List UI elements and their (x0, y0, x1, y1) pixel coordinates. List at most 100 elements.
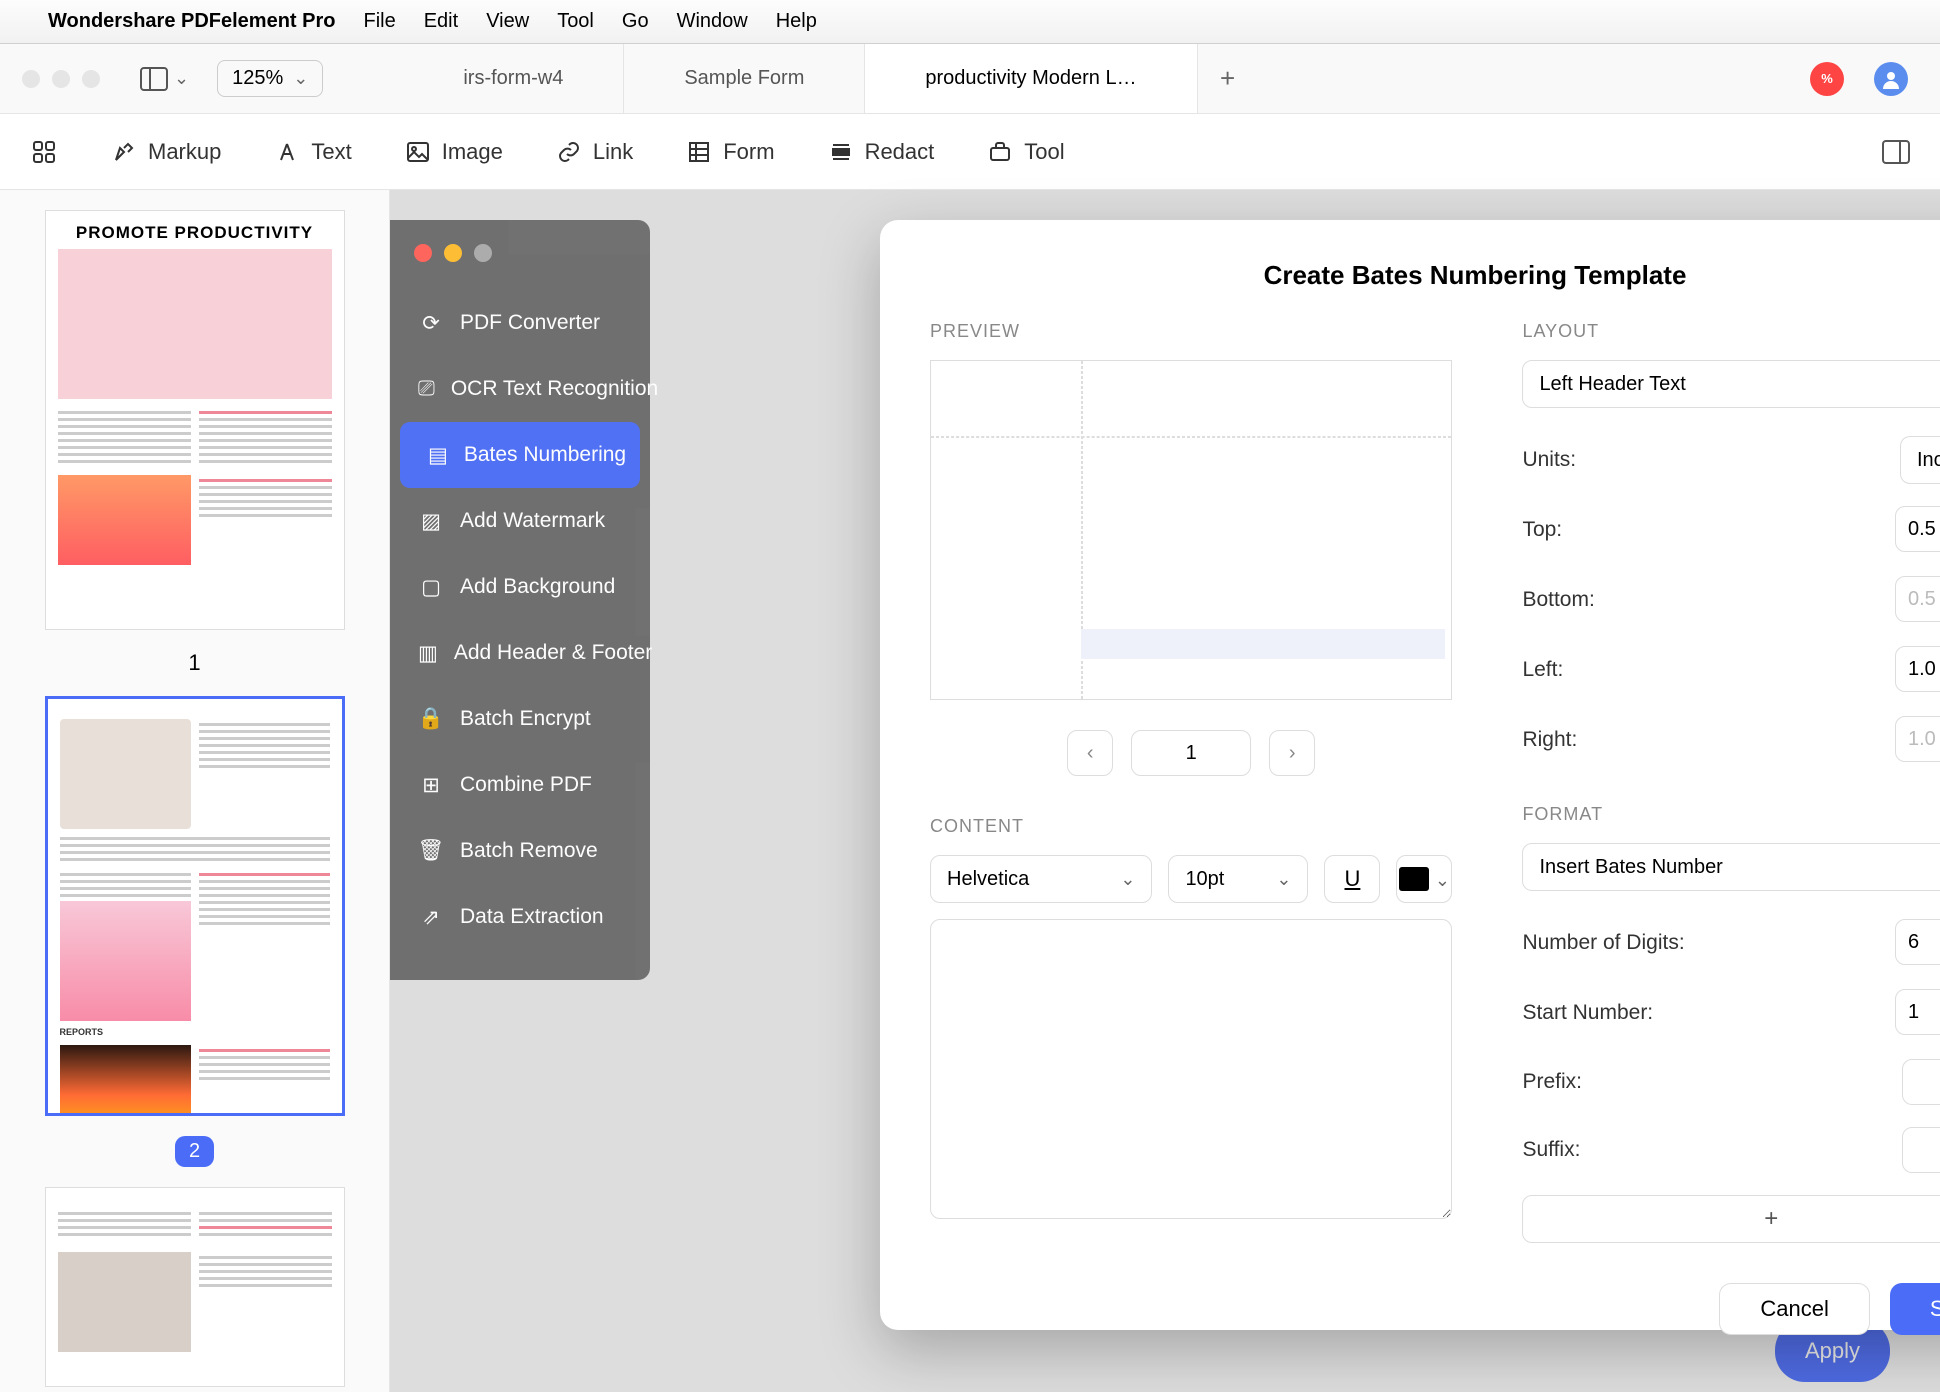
thumbnail-page-3[interactable] (45, 1187, 345, 1387)
close-dot[interactable] (22, 70, 40, 88)
ribbon-markup[interactable]: Markup (110, 138, 221, 166)
format-section-label: FORMAT (1522, 804, 1940, 825)
side-label: Combine PDF (460, 773, 592, 797)
side-header-footer[interactable]: ▥Add Header & Footer (390, 620, 650, 686)
left-stepper[interactable]: ▲▼ (1895, 646, 1940, 694)
redact-icon (827, 138, 855, 166)
start-number-stepper[interactable]: ▲▼ (1895, 989, 1940, 1037)
digits-label: Number of Digits: (1522, 931, 1684, 955)
digits-stepper[interactable]: ▲▼ (1895, 919, 1940, 967)
color-picker-button[interactable] (1396, 855, 1452, 903)
ribbon-link[interactable]: Link (555, 138, 633, 166)
minimize-dot[interactable] (444, 244, 462, 262)
tab-1[interactable]: Sample Form (624, 44, 865, 113)
batch-tool-panel: ⟳PDF Converter ⎚OCR Text Recognition ▤Ba… (390, 220, 650, 980)
ribbon-image[interactable]: Image (404, 138, 503, 166)
side-background[interactable]: ▢Add Background (390, 554, 650, 620)
maximize-dot[interactable] (474, 244, 492, 262)
side-batch-encrypt[interactable]: 🔒Batch Encrypt (390, 686, 650, 752)
close-dot[interactable] (414, 244, 432, 262)
maximize-dot[interactable] (82, 70, 100, 88)
promo-badge-icon[interactable]: % (1810, 62, 1844, 96)
page-number-2-badge: 2 (175, 1136, 214, 1167)
zoom-select[interactable]: 125% (217, 60, 323, 97)
menu-edit[interactable]: Edit (424, 10, 458, 33)
ribbon-panel-toggle[interactable] (1882, 138, 1910, 166)
ribbon-text[interactable]: Text (273, 138, 351, 166)
font-value: Helvetica (947, 868, 1029, 891)
save-button[interactable]: Save (1890, 1283, 1940, 1335)
right-label: Right: (1522, 728, 1577, 752)
side-label: PDF Converter (460, 311, 600, 335)
suffix-input[interactable] (1902, 1127, 1940, 1173)
cancel-label: Cancel (1760, 1296, 1828, 1322)
window-traffic-lights (12, 70, 100, 88)
sidebar-toggle-button[interactable] (140, 67, 189, 91)
right-stepper[interactable]: ▲▼ (1895, 716, 1940, 764)
watermark-icon: ▨ (418, 508, 444, 534)
tab-0[interactable]: irs-form-w4 (403, 44, 624, 113)
chevron-down-icon (1120, 868, 1135, 891)
menu-tool[interactable]: Tool (557, 10, 594, 33)
side-ocr[interactable]: ⎚OCR Text Recognition (390, 356, 650, 422)
side-batch-remove[interactable]: 🗑Batch Remove (390, 818, 650, 884)
zoom-value: 125% (232, 67, 283, 90)
ribbon-label: Link (593, 139, 633, 165)
ribbon-apps[interactable] (30, 138, 58, 166)
pager-prev-button[interactable]: ‹ (1067, 730, 1113, 776)
menu-view[interactable]: View (486, 10, 529, 33)
panel-right-icon (1882, 138, 1910, 166)
add-format-row-button[interactable]: + (1522, 1195, 1940, 1243)
menu-window[interactable]: Window (677, 10, 748, 33)
insert-bates-value: Insert Bates Number (1539, 856, 1722, 879)
thumbnail-page-2[interactable]: REPORTS (45, 696, 345, 1116)
bottom-input[interactable] (1895, 576, 1940, 622)
side-data-extraction[interactable]: ⇗Data Extraction (390, 884, 650, 950)
side-label: Batch Encrypt (460, 707, 591, 731)
right-input[interactable] (1895, 716, 1940, 762)
side-watermark[interactable]: ▨Add Watermark (390, 488, 650, 554)
units-value: Inches (1917, 449, 1940, 472)
ribbon-redact[interactable]: Redact (827, 138, 935, 166)
ribbon-tool[interactable]: Tool (986, 138, 1064, 166)
top-input[interactable] (1895, 506, 1940, 552)
bottom-stepper[interactable]: ▲▼ (1895, 576, 1940, 624)
thumbnail-page-1[interactable]: PROMOTE PRODUCTIVITY (45, 210, 345, 630)
ribbon-label: Tool (1024, 139, 1064, 165)
header-footer-icon: ▥ (418, 640, 438, 666)
layout-position-select[interactable]: Left Header Text (1522, 360, 1940, 408)
top-stepper[interactable]: ▲▼ (1895, 506, 1940, 554)
underline-button[interactable]: U (1324, 855, 1380, 903)
side-pdf-converter[interactable]: ⟳PDF Converter (390, 290, 650, 356)
font-size-select[interactable]: 10pt (1168, 855, 1308, 903)
side-label: Add Background (460, 575, 615, 599)
combine-icon: ⊞ (418, 772, 444, 798)
start-number-input[interactable] (1895, 989, 1940, 1035)
pager-page-input[interactable] (1131, 730, 1251, 776)
menu-help[interactable]: Help (776, 10, 817, 33)
font-select[interactable]: Helvetica (930, 855, 1152, 903)
bates-icon: ▤ (428, 442, 448, 468)
content-textarea[interactable] (930, 919, 1452, 1219)
insert-bates-select[interactable]: Insert Bates Number (1522, 843, 1940, 891)
toolbox-icon (986, 138, 1014, 166)
add-tab-button[interactable]: + (1198, 44, 1258, 113)
ribbon-label: Redact (865, 139, 935, 165)
tab-2[interactable]: productivity Modern L… (865, 44, 1197, 113)
digits-input[interactable] (1895, 919, 1940, 965)
side-combine[interactable]: ⊞ Combine PDF (390, 752, 650, 818)
left-input[interactable] (1895, 646, 1940, 692)
user-avatar-icon[interactable] (1874, 62, 1908, 96)
ribbon-form[interactable]: Form (685, 138, 774, 166)
cancel-button[interactable]: Cancel (1719, 1283, 1869, 1335)
units-select[interactable]: Inches (1900, 436, 1940, 484)
minimize-dot[interactable] (52, 70, 70, 88)
ribbon-label: Markup (148, 139, 221, 165)
prefix-input[interactable] (1902, 1059, 1940, 1105)
side-bates-numbering[interactable]: ▤Bates Numbering (400, 422, 640, 488)
tab-label: irs-form-w4 (463, 67, 563, 90)
menu-go[interactable]: Go (622, 10, 649, 33)
layout-section-label: LAYOUT (1522, 321, 1940, 342)
menu-file[interactable]: File (363, 10, 395, 33)
pager-next-button[interactable]: › (1269, 730, 1315, 776)
